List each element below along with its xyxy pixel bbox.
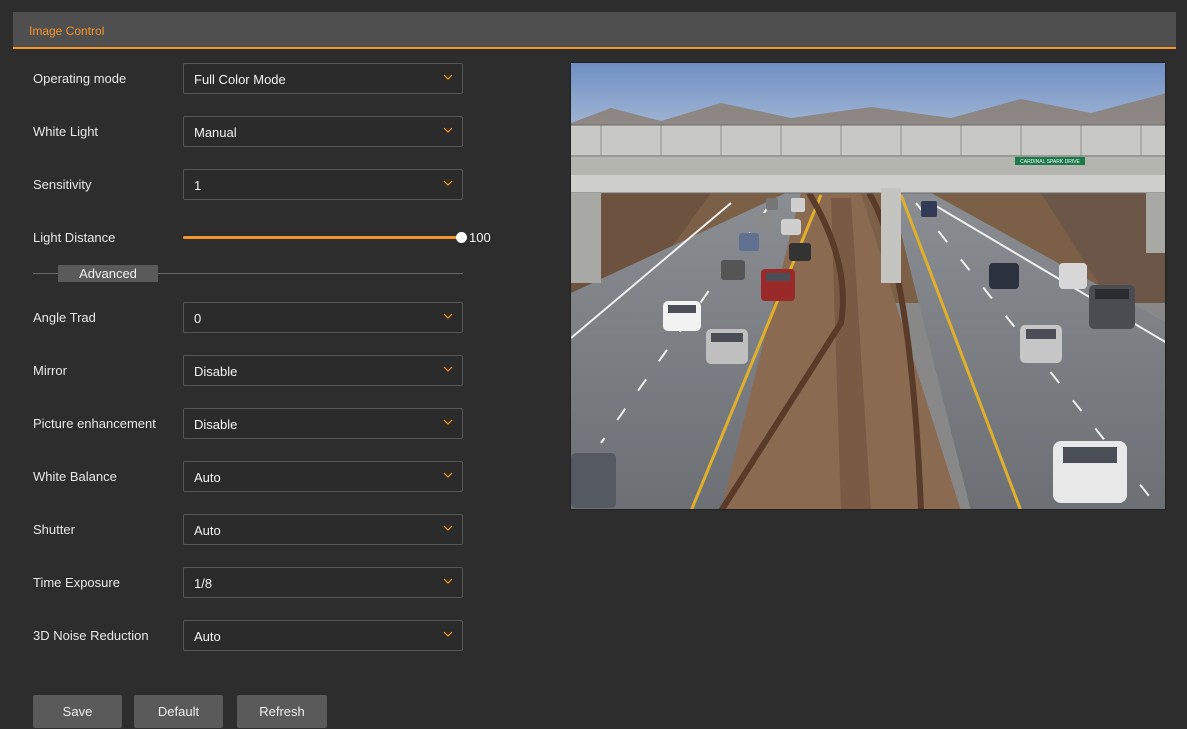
noise-reduction-label: 3D Noise Reduction <box>33 628 149 643</box>
header-bar: Image Control <box>13 12 1176 49</box>
advanced-label: Advanced <box>58 265 158 282</box>
white-balance-select[interactable]: Auto <box>183 461 463 492</box>
light-distance-value: 100 <box>469 230 491 245</box>
white-balance-label: White Balance <box>33 469 117 484</box>
picture-enhancement-value: Disable <box>194 417 238 432</box>
chevron-down-icon <box>443 127 453 133</box>
shutter-label: Shutter <box>33 522 75 537</box>
operating-mode-label: Operating mode <box>33 71 127 86</box>
road-sign-text: CARDINAL SPARK DRIVE <box>1020 159 1080 165</box>
sensitivity-select[interactable]: 1 <box>183 169 463 200</box>
refresh-button[interactable]: Refresh <box>237 695 327 728</box>
angle-trad-select[interactable]: 0 <box>183 302 463 333</box>
operating-mode-select[interactable]: Full Color Mode <box>183 63 463 94</box>
chevron-down-icon <box>443 180 453 186</box>
light-distance-label: Light Distance <box>33 230 116 245</box>
time-exposure-label: Time Exposure <box>33 575 120 590</box>
shutter-select[interactable]: Auto <box>183 514 463 545</box>
chevron-down-icon <box>443 578 453 584</box>
chevron-down-icon <box>443 74 453 80</box>
chevron-down-icon <box>443 313 453 319</box>
chevron-down-icon <box>443 525 453 531</box>
sensitivity-label: Sensitivity <box>33 177 92 192</box>
white-light-label: White Light <box>33 124 99 139</box>
settings-panel: Operating mode Full Color Mode White Lig… <box>13 49 1176 729</box>
time-exposure-select[interactable]: 1/8 <box>183 567 463 598</box>
save-button[interactable]: Save <box>33 695 122 728</box>
noise-reduction-select[interactable]: Auto <box>183 620 463 651</box>
chevron-down-icon <box>443 631 453 637</box>
chevron-down-icon <box>443 419 453 425</box>
video-preview[interactable]: CARDINAL SPARK DRIVE <box>570 62 1166 510</box>
picture-enhancement-label: Picture enhancement <box>33 416 156 431</box>
light-distance-row: Light Distance 100 <box>33 222 491 253</box>
noise-reduction-value: Auto <box>194 629 221 644</box>
noise-reduction-row: 3D Noise Reduction Auto <box>33 620 463 651</box>
white-light-value: Manual <box>194 125 237 140</box>
angle-trad-value: 0 <box>194 311 202 326</box>
time-exposure-row: Time Exposure 1/8 <box>33 567 463 598</box>
shutter-row: Shutter Auto <box>33 514 463 545</box>
chevron-down-icon <box>443 472 453 478</box>
white-light-row: White Light Manual <box>33 116 463 147</box>
white-balance-value: Auto <box>194 470 221 485</box>
white-balance-row: White Balance Auto <box>33 461 463 492</box>
angle-trad-row: Angle Trad 0 <box>33 302 463 333</box>
sensitivity-value: 1 <box>194 178 202 193</box>
mirror-select[interactable]: Disable <box>183 355 463 386</box>
mirror-row: Mirror Disable <box>33 355 463 386</box>
mirror-value: Disable <box>194 364 238 379</box>
slider-thumb[interactable] <box>456 232 467 243</box>
picture-enhancement-select[interactable]: Disable <box>183 408 463 439</box>
default-button[interactable]: Default <box>134 695 223 728</box>
operating-mode-value: Full Color Mode <box>194 72 286 87</box>
angle-trad-label: Angle Trad <box>33 310 96 325</box>
mirror-label: Mirror <box>33 363 67 378</box>
picture-enhancement-row: Picture enhancement Disable <box>33 408 463 439</box>
shutter-value: Auto <box>194 523 221 538</box>
time-exposure-value: 1/8 <box>194 576 213 591</box>
highway-camera-image: CARDINAL SPARK DRIVE <box>571 63 1165 509</box>
light-distance-slider[interactable] <box>183 236 462 239</box>
sensitivity-row: Sensitivity 1 <box>33 169 463 200</box>
white-light-select[interactable]: Manual <box>183 116 463 147</box>
chevron-down-icon <box>443 366 453 372</box>
tab-image-control[interactable]: Image Control <box>13 12 130 49</box>
operating-mode-row: Operating mode Full Color Mode <box>33 63 463 94</box>
